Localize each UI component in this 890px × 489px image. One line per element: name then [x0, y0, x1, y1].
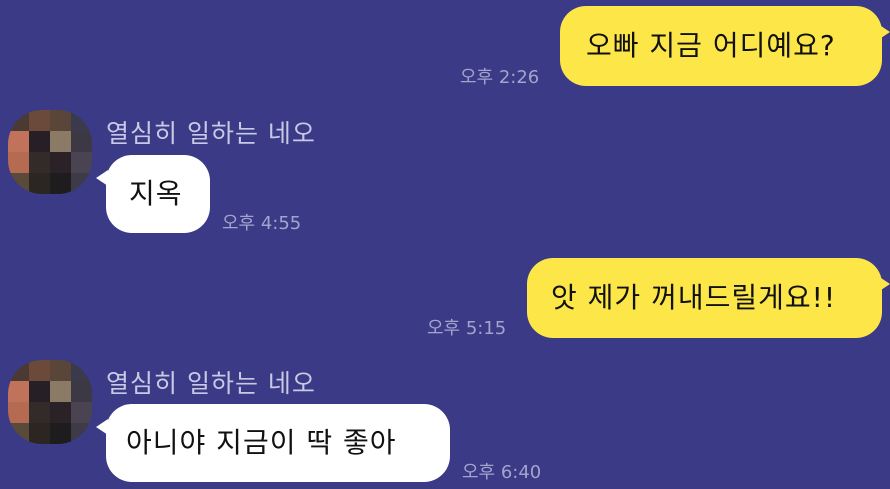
- bubble-tail: [878, 24, 890, 40]
- incoming-message-bubble[interactable]: 아니야 지금이 딱 좋아: [106, 404, 450, 482]
- sender-name: 열심히 일하는 네오: [106, 119, 316, 148]
- sender-avatar[interactable]: [8, 110, 92, 194]
- sender-name: 열심히 일하는 네오: [106, 369, 316, 398]
- outgoing-message-bubble[interactable]: 앗 제가 꺼내드릴게요!!: [527, 258, 882, 338]
- outgoing-message-bubble[interactable]: 오빠 지금 어디예요?: [560, 6, 882, 86]
- message-timestamp: 오후 4:55: [222, 213, 302, 234]
- message-timestamp: 오후 5:15: [427, 318, 507, 339]
- bubble-tail: [878, 276, 890, 292]
- sender-avatar[interactable]: [8, 360, 92, 444]
- message-text: 지옥: [129, 177, 183, 210]
- bubble-tail: [96, 419, 108, 435]
- message-text: 오빠 지금 어디예요?: [586, 29, 836, 62]
- bubble-tail: [96, 170, 108, 186]
- message-text: 앗 제가 꺼내드릴게요!!: [551, 281, 837, 314]
- message-timestamp: 오후 6:40: [462, 462, 542, 483]
- message-timestamp: 오후 2:26: [460, 67, 540, 88]
- incoming-message-bubble[interactable]: 지옥: [106, 155, 210, 233]
- message-text: 아니야 지금이 딱 좋아: [126, 426, 397, 459]
